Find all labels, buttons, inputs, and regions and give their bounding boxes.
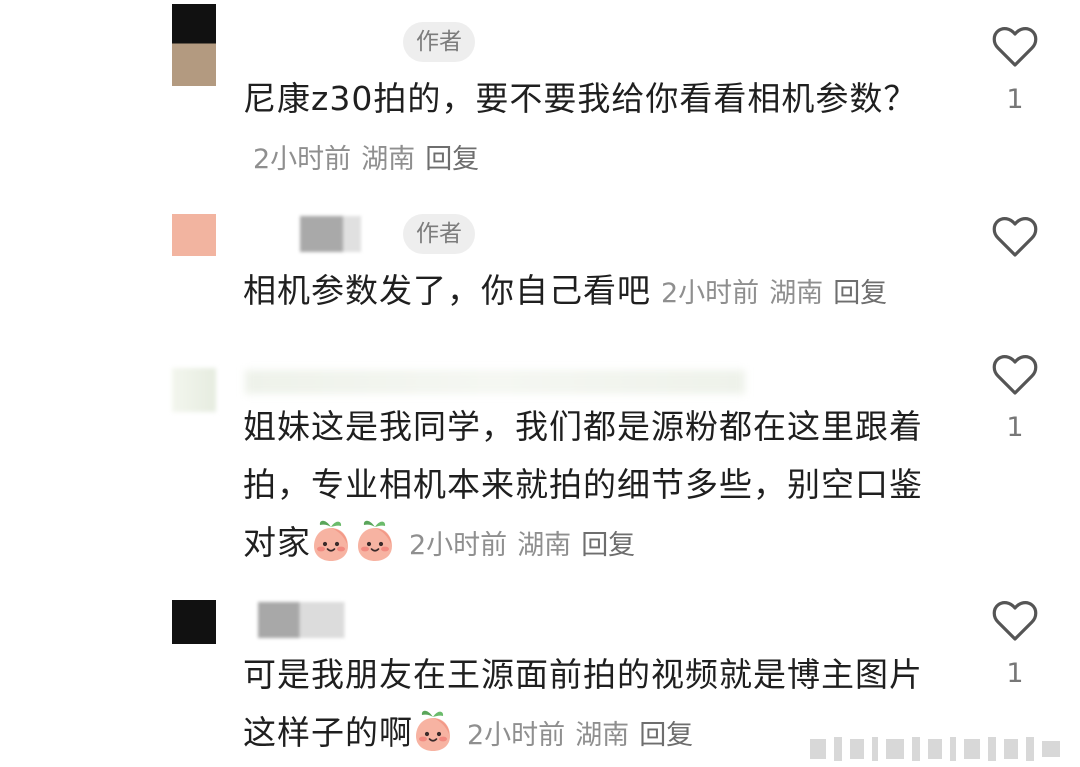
like-button[interactable]: 1 (992, 26, 1038, 115)
heart-outline-icon (992, 354, 1038, 396)
comment-text: 尼康z30拍的，要不要我给你看看相机参数？ 2小时前 湖南 回复 (243, 70, 943, 189)
comment-item: 作者 尼康z30拍的，要不要我给你看看相机参数？ 2小时前 湖南 回复 1 (0, 0, 1080, 190)
like-button[interactable]: 1 (992, 600, 1038, 689)
author-name-redacted (245, 370, 745, 394)
author-badge: 作者 (403, 22, 475, 62)
avatar[interactable] (172, 600, 216, 644)
comment-time: 2小时前 (253, 144, 352, 175)
like-count: 1 (1006, 658, 1024, 689)
comment-time: 2小时前 (661, 278, 760, 309)
like-count: 1 (1006, 412, 1024, 443)
like-count: 1 (1006, 84, 1024, 115)
peach-face-emoji-icon (413, 708, 453, 752)
comment-item: 作者 相机参数发了，你自己看吧 2小时前 湖南 回复 (0, 190, 1080, 350)
like-button[interactable] (992, 216, 1038, 274)
watermark (810, 737, 1060, 761)
avatar[interactable] (172, 368, 216, 412)
peach-face-emoji-icon (355, 518, 395, 562)
heart-outline-icon (992, 216, 1038, 258)
comment-text: 相机参数发了，你自己看吧 2小时前 湖南 回复 (243, 262, 943, 323)
comment-body: 相机参数发了，你自己看吧 (243, 271, 651, 310)
reply-button[interactable]: 回复 (581, 530, 635, 561)
peach-face-emoji-icon (311, 518, 351, 562)
comment-location: 湖南 (575, 720, 630, 751)
heart-outline-icon (992, 600, 1038, 642)
like-button[interactable]: 1 (992, 354, 1038, 443)
comment-body: 尼康z30拍的，要不要我给你看看相机参数？ (243, 79, 918, 118)
comment-location: 湖南 (361, 144, 416, 175)
reply-button[interactable]: 回复 (833, 278, 887, 309)
comment-location: 湖南 (517, 530, 572, 561)
author-name-redacted (258, 602, 348, 638)
heart-outline-icon (992, 26, 1038, 68)
author-badge: 作者 (403, 214, 475, 254)
comment-time: 2小时前 (467, 720, 566, 751)
avatar[interactable] (172, 214, 216, 256)
comment-location: 湖南 (769, 278, 824, 309)
reply-button[interactable]: 回复 (425, 144, 479, 175)
comment-time: 2小时前 (409, 530, 508, 561)
comment-text: 姐妹这是我同学，我们都是源粉都在这里跟着拍，专业相机本来就拍的细节多些，别空口鉴… (243, 398, 938, 575)
avatar[interactable] (172, 4, 216, 86)
comment-item: 姐妹这是我同学，我们都是源粉都在这里跟着拍，专业相机本来就拍的细节多些，别空口鉴… (0, 330, 1080, 580)
reply-button[interactable]: 回复 (639, 720, 693, 751)
author-name-redacted (300, 216, 390, 252)
